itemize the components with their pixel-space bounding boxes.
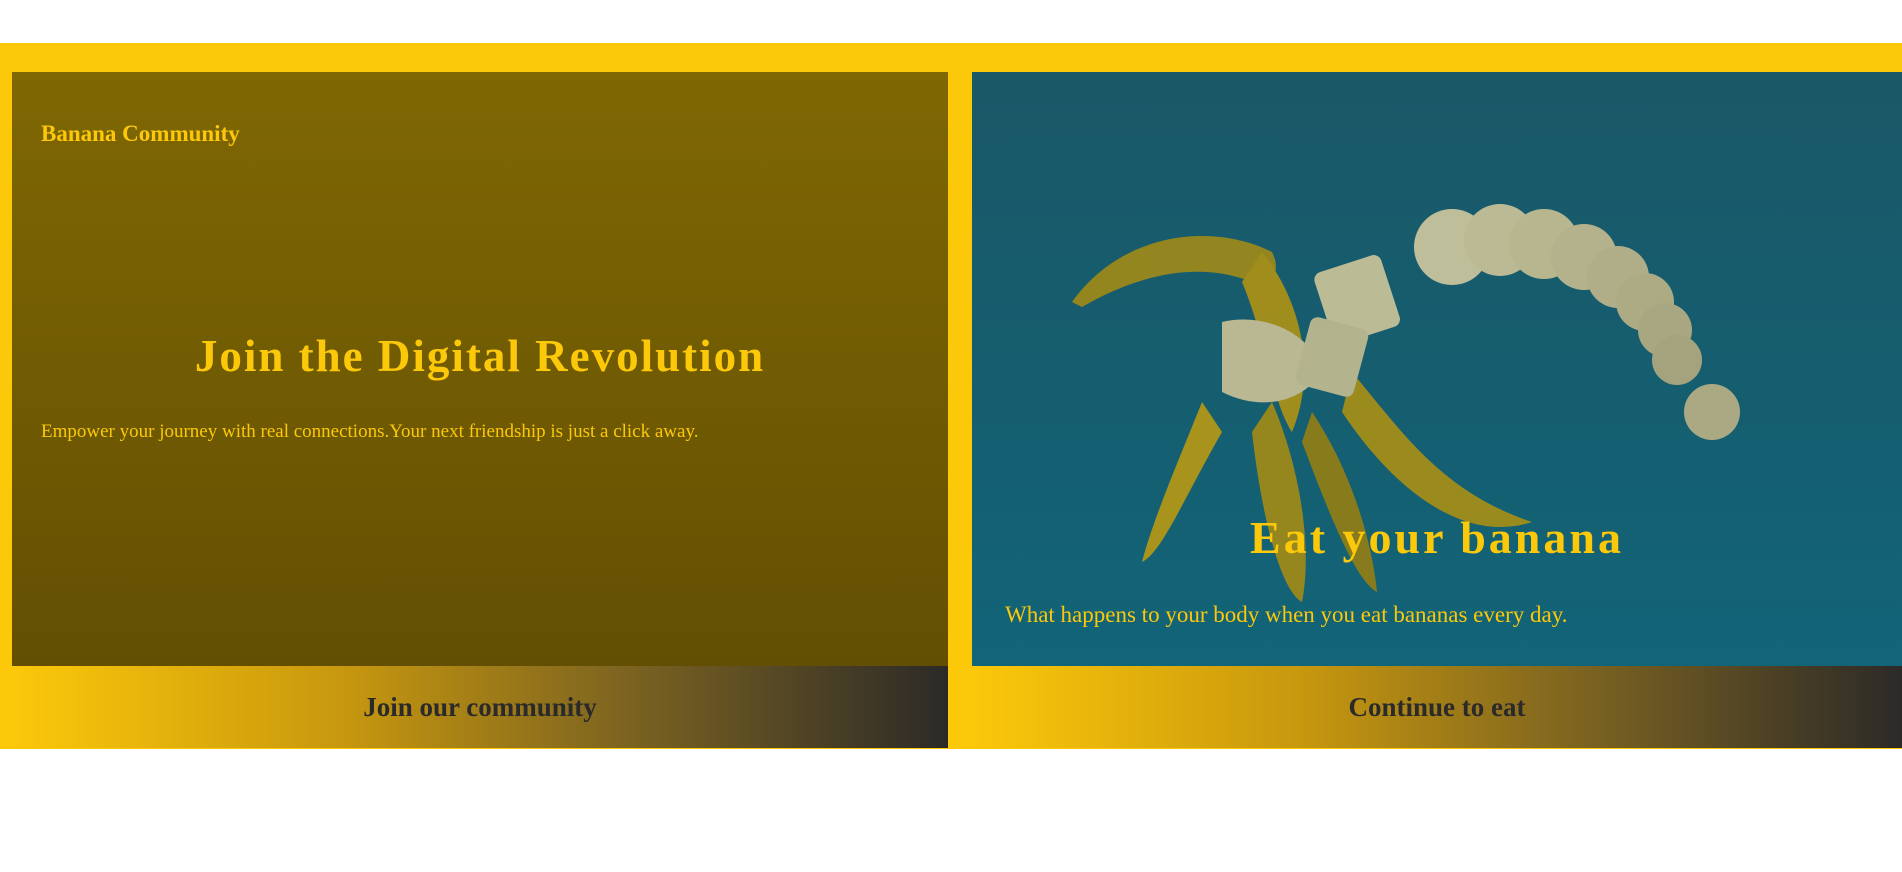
community-subtext: Empower your journey with real connectio… (41, 421, 699, 442)
banana-peel-strip (1072, 236, 1276, 307)
join-community-button[interactable]: Join our community (12, 666, 948, 748)
continue-to-eat-label: Continue to eat (1348, 691, 1526, 722)
community-card: Banana Community Join the Digital Revolu… (12, 72, 948, 748)
continue-to-eat-button[interactable]: Continue to eat (972, 666, 1902, 748)
banana-slice (1684, 384, 1740, 440)
banana-panel: Eat your banana What happens to your bod… (972, 72, 1902, 666)
peeled-banana-image (1072, 204, 1740, 602)
join-community-label: Join our community (363, 691, 597, 722)
banana-slice (1652, 335, 1702, 385)
banana-peel-strip (1252, 402, 1306, 602)
community-panel: Banana Community Join the Digital Revolu… (12, 72, 948, 666)
brand-title: Banana Community (41, 121, 240, 146)
banana-subtext: What happens to your body when you eat b… (1005, 602, 1568, 627)
banana-peel-strip (1342, 372, 1532, 528)
banana-headline: Eat your banana (1250, 512, 1624, 563)
community-headline: Join the Digital Revolution (194, 331, 766, 381)
banana-card: Eat your banana What happens to your bod… (972, 72, 1902, 748)
